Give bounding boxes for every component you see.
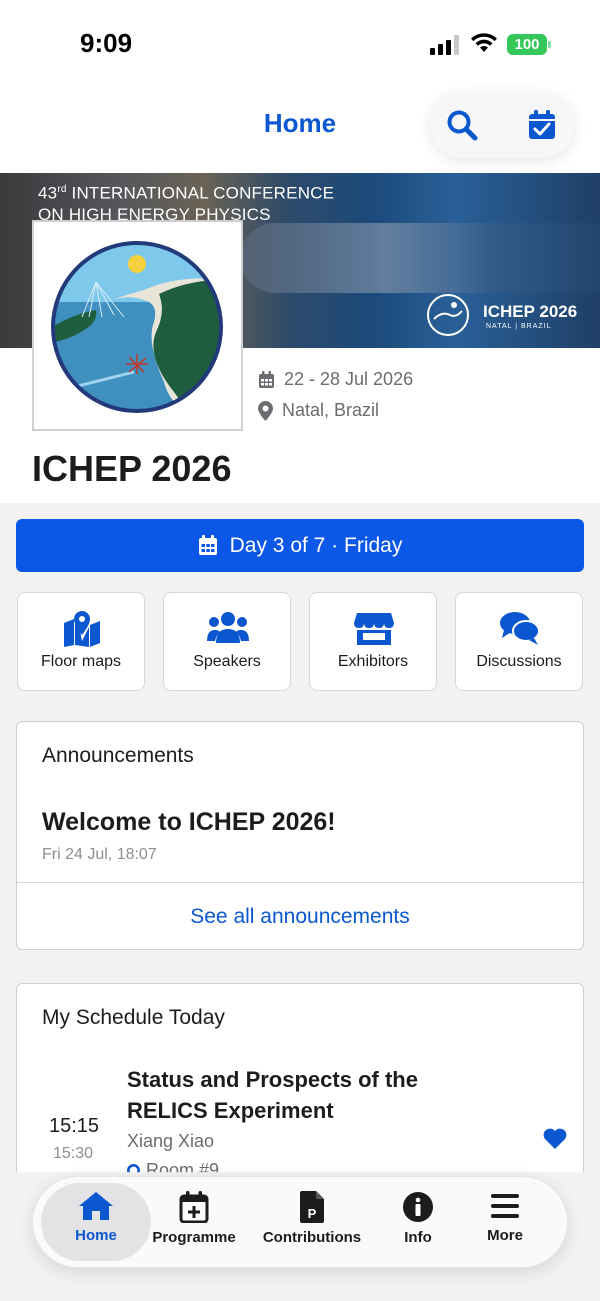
event-meta: 22 - 28 Jul 2026 Natal, Brazil (258, 364, 413, 426)
file-p-icon: P (300, 1191, 324, 1223)
calendar-icon (259, 370, 274, 388)
schedule-heading: My Schedule Today (42, 1006, 225, 1029)
menu-icon (491, 1194, 519, 1218)
tab-home[interactable]: Home (63, 1191, 129, 1257)
calendar-check-icon[interactable] (525, 108, 559, 142)
event-location: Natal, Brazil (282, 400, 380, 420)
search-icon[interactable] (445, 108, 479, 142)
heart-icon[interactable] (543, 1128, 567, 1149)
calendar-plus-icon (179, 1191, 209, 1223)
tab-info[interactable]: Info (393, 1191, 443, 1257)
speakers-tile[interactable]: Speakers (163, 592, 291, 691)
store-icon (354, 613, 394, 645)
svg-text:P: P (308, 1206, 317, 1221)
session-start-time: 15:15 (49, 1115, 100, 1137)
event-title: ICHEP 2026 (32, 448, 232, 489)
announcement-date: Fri 24 Jul, 18:07 (42, 846, 157, 863)
event-dates: 22 - 28 Jul 2026 (284, 369, 414, 389)
wifi-icon (471, 33, 497, 52)
tile-label: Discussions (476, 653, 562, 670)
tile-label: Exhibitors (337, 653, 409, 670)
announcement-title[interactable]: Welcome to ICHEP 2026! (42, 808, 336, 837)
calendar-icon (198, 535, 217, 555)
event-location-row: Natal, Brazil (258, 395, 413, 426)
banner-line1: INTERNATIONAL CONFERENCE (66, 183, 335, 203)
tab-label: More (487, 1227, 523, 1244)
comments-icon (500, 612, 540, 645)
banner-ordinal: 43 (38, 183, 58, 203)
tab-contributions[interactable]: P Contributions (259, 1191, 365, 1257)
tab-bar: Home Programme P Contributions Info More (32, 1176, 568, 1268)
day-indicator-button[interactable]: Day 3 of 7 · Friday (16, 519, 584, 572)
conference-logo (32, 220, 243, 431)
session-end-time: 15:30 (53, 1145, 94, 1162)
tab-more[interactable]: More (480, 1191, 530, 1257)
tab-label: Contributions (262, 1229, 362, 1246)
see-all-announcements-link[interactable]: See all announcements (17, 905, 583, 929)
home-icon (79, 1192, 113, 1220)
tab-label: Info (404, 1229, 432, 1246)
banner-tunnel-graphic (240, 223, 600, 293)
discussions-tile[interactable]: Discussions (455, 592, 583, 691)
tab-programme[interactable]: Programme (149, 1191, 239, 1257)
cellular-signal-icon (430, 35, 460, 55)
battery-level: 100 (507, 34, 547, 55)
tab-label: Programme (152, 1229, 236, 1246)
exhibitors-tile[interactable]: Exhibitors (309, 592, 437, 691)
day-indicator-label: Day 3 of 7 · Friday (229, 533, 403, 557)
tab-label: Home (75, 1227, 117, 1244)
location-pin-icon (258, 400, 273, 421)
battery-cap (548, 41, 551, 48)
event-dates-row: 22 - 28 Jul 2026 (258, 364, 413, 395)
session-speaker: Xiang Xiao (127, 1131, 215, 1151)
users-icon (207, 612, 249, 643)
banner-ordinal-suffix: rd (57, 184, 67, 195)
session-title[interactable]: Status and Prospects of the RELICS Exper… (127, 1064, 487, 1126)
floor-maps-tile[interactable]: Floor maps (17, 592, 145, 691)
banner-logo-subtitle: NATAL | BRAZIL (486, 323, 552, 330)
battery-indicator: 100 (507, 34, 551, 55)
tile-label: Floor maps (40, 653, 122, 670)
announcements-heading: Announcements (42, 744, 194, 767)
my-schedule-card: My Schedule Today 15:15 15:30 Status and… (16, 983, 584, 1173)
info-icon (403, 1192, 433, 1222)
nav-actions (430, 92, 575, 158)
banner-logo-title: ICHEP 2026 (483, 302, 578, 321)
tile-label: Speakers (193, 653, 261, 670)
announcements-card: Announcements Welcome to ICHEP 2026! Fri… (16, 721, 584, 950)
coastline-logo-icon (51, 241, 223, 413)
divider (17, 882, 583, 883)
map-pin-icon (64, 611, 100, 647)
status-time: 9:09 (80, 28, 133, 58)
ichep-logo-icon (427, 294, 469, 336)
banner-text: 43rd INTERNATIONAL CONFERENCE ON HIGH EN… (38, 179, 334, 225)
status-bar: 9:09 100 (0, 0, 600, 88)
